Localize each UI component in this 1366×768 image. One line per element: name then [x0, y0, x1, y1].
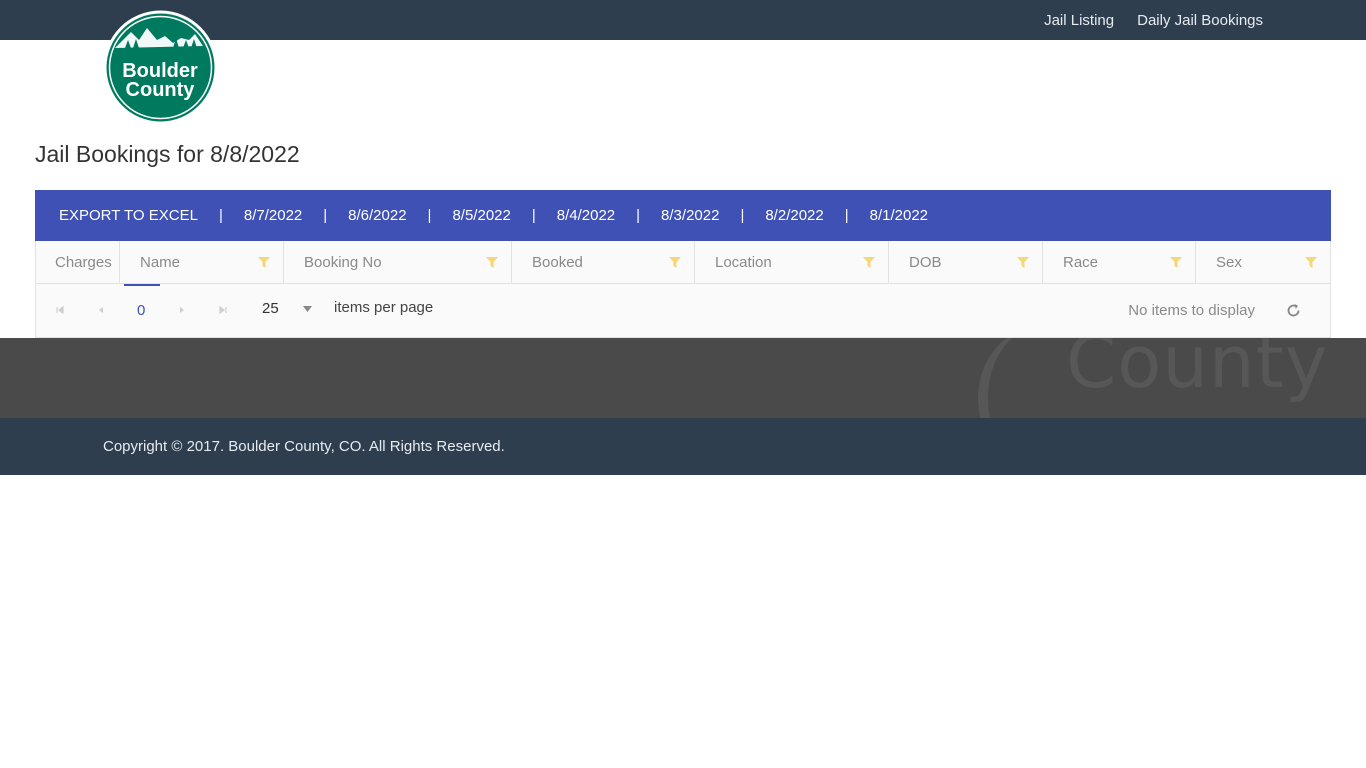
column-label: Booked — [532, 254, 583, 271]
nav-daily-jail-bookings[interactable]: Daily Jail Bookings — [1137, 12, 1263, 29]
column-header-location[interactable]: Location — [695, 241, 889, 284]
toolbar-separator: | — [740, 207, 745, 224]
filter-icon[interactable] — [257, 256, 271, 269]
column-label: Race — [1063, 254, 1099, 271]
toolbar-separator: | — [323, 207, 328, 224]
toolbar-separator: | — [427, 207, 432, 224]
last-page-icon[interactable] — [217, 304, 229, 316]
page-title: Jail Bookings for 8/8/2022 — [35, 141, 300, 167]
toolbar-separator: | — [844, 207, 849, 224]
date-link-8-7-2022[interactable]: 8/7/2022 — [244, 207, 302, 224]
nav-jail-listing[interactable]: Jail Listing — [1044, 12, 1114, 29]
date-link-8-4-2022[interactable]: 8/4/2022 — [557, 207, 615, 224]
grid-toolbar: EXPORT TO EXCEL | 8/7/2022 | 8/6/2022 | … — [35, 190, 1331, 241]
column-header-booking-no[interactable]: Booking No — [284, 241, 512, 284]
column-label: DOB — [909, 254, 942, 271]
logo-text-line2: County — [126, 79, 196, 101]
items-per-page-label: items per page — [334, 299, 434, 316]
refresh-icon[interactable] — [1285, 302, 1302, 319]
filter-icon[interactable] — [1304, 256, 1318, 269]
filter-icon[interactable] — [1169, 256, 1183, 269]
current-page-number[interactable]: 0 — [137, 302, 145, 319]
chevron-down-icon[interactable] — [303, 306, 312, 312]
column-header-name[interactable]: Name — [120, 241, 284, 284]
filter-icon[interactable] — [1016, 256, 1030, 269]
column-label: Booking No — [304, 254, 382, 271]
watermark-text: County — [1066, 338, 1329, 404]
filter-icon[interactable] — [862, 256, 876, 269]
bookings-grid: Charges Name Booking No Booked Location … — [35, 241, 1331, 338]
first-page-icon[interactable] — [54, 304, 66, 316]
column-header-race[interactable]: Race — [1043, 241, 1196, 284]
copyright-text: Copyright © 2017. Boulder County, CO. Al… — [103, 438, 505, 455]
export-to-excel-button[interactable]: EXPORT TO EXCEL — [59, 207, 198, 224]
column-label: Location — [715, 254, 772, 271]
top-nav: Jail Listing Daily Jail Bookings — [1044, 0, 1263, 40]
date-link-8-6-2022[interactable]: 8/6/2022 — [348, 207, 406, 224]
grid-header: Charges Name Booking No Booked Location … — [36, 241, 1330, 284]
date-link-8-2-2022[interactable]: 8/2/2022 — [765, 207, 823, 224]
grid-pager: 0 25 items per page No items to display — [36, 284, 1330, 337]
boulder-county-logo[interactable]: Boulder County — [103, 10, 218, 125]
column-label: Sex — [1216, 254, 1242, 271]
previous-page-icon[interactable] — [95, 304, 107, 316]
date-link-8-5-2022[interactable]: 8/5/2022 — [452, 207, 510, 224]
next-page-icon[interactable] — [176, 304, 188, 316]
current-page-indicator — [124, 284, 160, 286]
footer: Copyright © 2017. Boulder County, CO. Al… — [0, 418, 1366, 475]
date-link-8-1-2022[interactable]: 8/1/2022 — [870, 207, 928, 224]
filter-icon[interactable] — [668, 256, 682, 269]
column-header-sex[interactable]: Sex — [1196, 241, 1330, 284]
toolbar-separator: | — [218, 207, 223, 224]
column-label: Name — [140, 254, 181, 271]
date-link-8-3-2022[interactable]: 8/3/2022 — [661, 207, 719, 224]
footer-band: County — [0, 338, 1366, 418]
toolbar-separator: | — [531, 207, 536, 224]
toolbar-separator: | — [636, 207, 641, 224]
column-label: Charges — [55, 254, 112, 271]
filter-icon[interactable] — [485, 256, 499, 269]
pager-info: No items to display — [1128, 302, 1255, 319]
column-header-dob[interactable]: DOB — [889, 241, 1043, 284]
column-header-charges[interactable]: Charges — [36, 241, 120, 284]
page-size-select[interactable]: 25 — [262, 300, 279, 317]
column-header-booked[interactable]: Booked — [512, 241, 695, 284]
